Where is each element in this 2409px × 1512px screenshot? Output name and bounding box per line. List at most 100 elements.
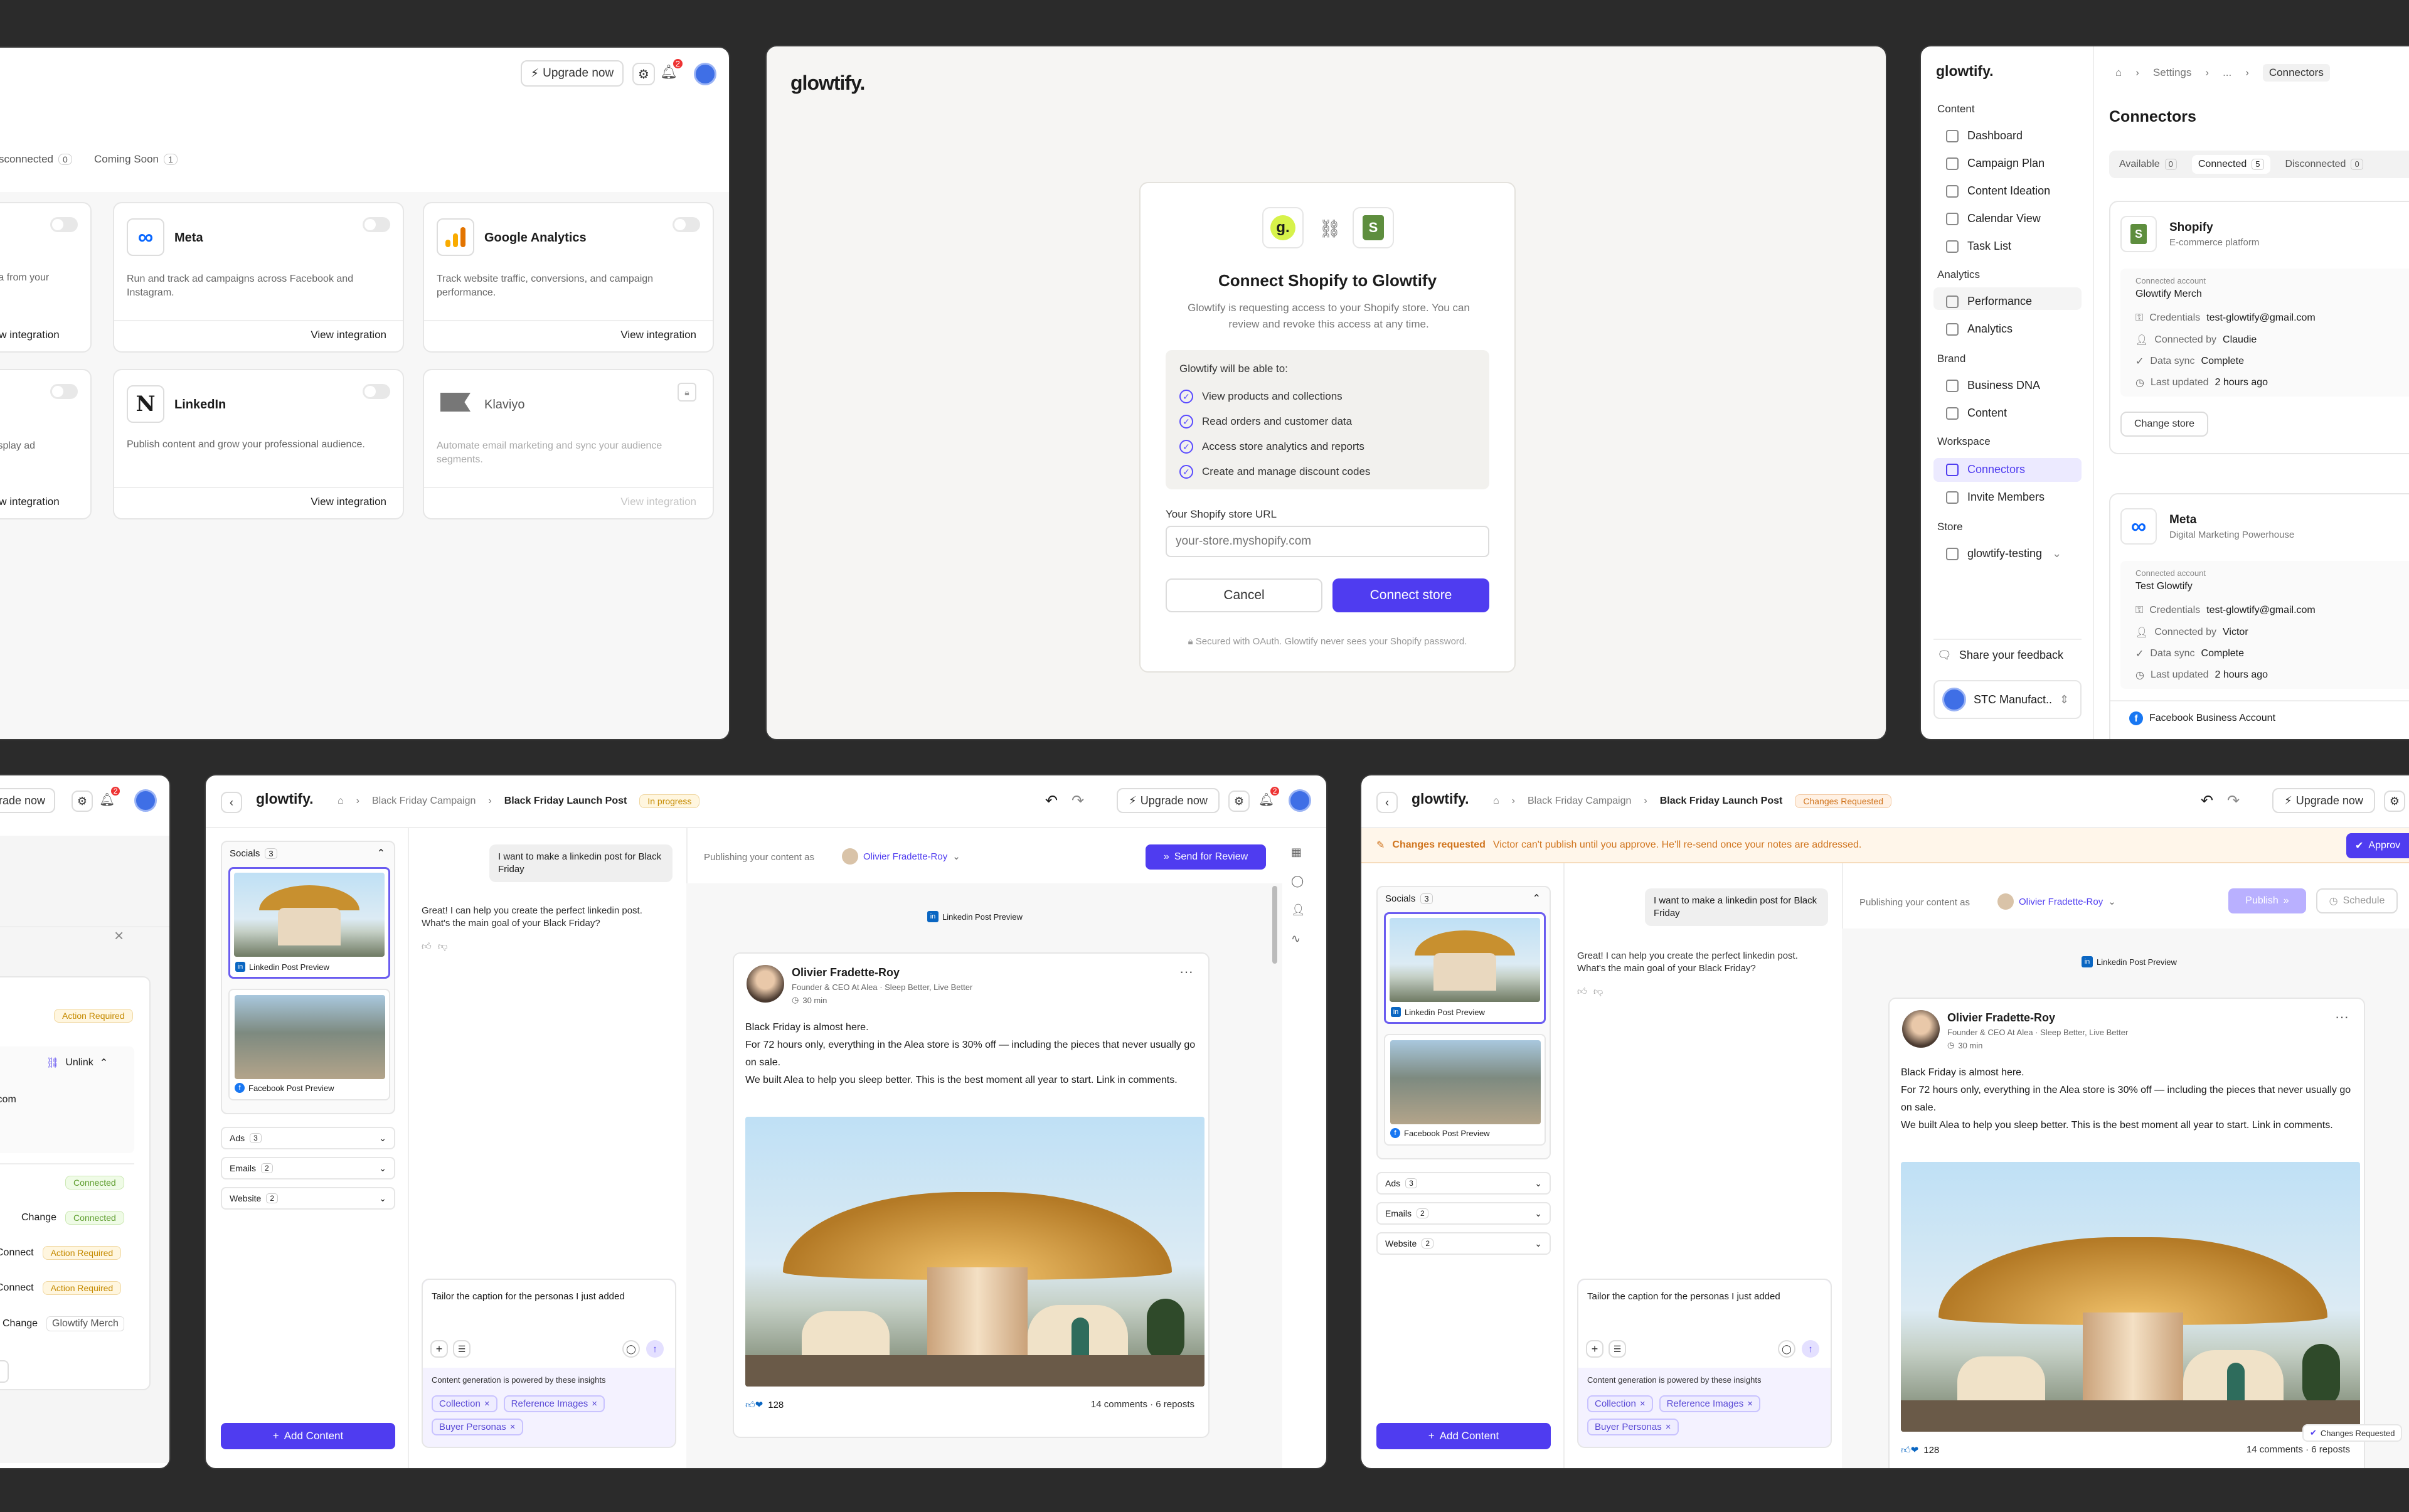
more-icon[interactable]: ··· <box>2335 1009 2349 1025</box>
more-icon[interactable]: ··· <box>1179 964 1193 980</box>
thumbnail-facebook[interactable]: f Facebook Post Preview <box>1384 1034 1546 1146</box>
thumbnail-linkedin[interactable]: in Linkedin Post Preview <box>1384 912 1546 1024</box>
redo-icon[interactable]: ↷ <box>1072 792 1084 810</box>
thumbs-up-icon[interactable]: 👍︎ <box>422 941 432 952</box>
thumbs-down-icon[interactable]: 👎︎ <box>438 941 447 952</box>
unlink-button[interactable]: ⛓ Unlink ⌃ <box>46 1057 108 1069</box>
sidebar-item-calendar-view[interactable]: Calendar View <box>1946 212 2041 225</box>
tab-disconnected[interactable]: Disconnected0 <box>0 153 72 166</box>
sidebar-item-content[interactable]: Content <box>1946 407 2007 420</box>
emails-group[interactable]: Emails 2 ⌄ <box>221 1157 395 1179</box>
chat-icon[interactable]: ◯ <box>622 1340 640 1358</box>
view-integration-link[interactable]: View integration <box>620 329 696 341</box>
prompt-input[interactable]: Tailor the caption for the personas I ju… <box>1587 1291 1780 1302</box>
website-group[interactable]: Website 2 ⌄ <box>1376 1232 1551 1255</box>
toggle[interactable] <box>363 384 390 399</box>
add-icon[interactable]: + <box>430 1340 448 1358</box>
website-group[interactable]: Website 2 ⌄ <box>221 1187 395 1210</box>
sidebar-item-content-ideation[interactable]: Content Ideation <box>1946 184 2050 198</box>
org-switcher[interactable]: STC Manufact.. ⇕ <box>1933 680 2082 719</box>
activity-icon[interactable]: ∿ <box>1291 932 1300 945</box>
sliders-icon[interactable]: ☰ <box>1609 1340 1626 1358</box>
sidebar-item-invite-members[interactable]: Invite Members <box>1946 491 2045 504</box>
home-icon[interactable]: ⌂ <box>338 796 344 807</box>
chevron-up-icon[interactable]: ⌃ <box>1533 892 1541 905</box>
back-button[interactable]: ‹ <box>221 792 242 813</box>
emails-group[interactable]: Emails 2 ⌄ <box>1376 1202 1551 1225</box>
undo-icon[interactable]: ↶ <box>1045 792 1058 810</box>
comment-icon[interactable]: ◯ <box>1291 875 1304 888</box>
toggle[interactable] <box>50 384 78 399</box>
insight-tag[interactable]: Buyer Personas × <box>432 1419 523 1435</box>
tab-coming-soon[interactable]: Coming Soon 1 <box>94 153 178 166</box>
send-icon[interactable]: ↑ <box>1802 1340 1819 1358</box>
close-icon[interactable]: × <box>510 1422 516 1432</box>
add-content-button[interactable]: + Add Content <box>221 1423 395 1449</box>
close-icon[interactable]: × <box>1666 1422 1671 1432</box>
ads-group[interactable]: Ads 3 ⌄ <box>221 1127 395 1149</box>
calendar-icon[interactable]: ▦ <box>1291 846 1302 859</box>
add-icon[interactable]: + <box>1586 1340 1603 1358</box>
undo-icon[interactable]: ↶ <box>2201 792 2213 810</box>
view-integration-link[interactable]: View integration <box>311 496 386 508</box>
approve-button[interactable]: ✔ Approv <box>2346 833 2409 858</box>
sidebar-item-task-list[interactable]: Task List <box>1946 240 2011 253</box>
home-icon[interactable]: ⌂ <box>1493 796 1499 807</box>
close-icon[interactable]: × <box>1640 1398 1646 1409</box>
scrollbar[interactable] <box>1272 886 1277 964</box>
sidebar-item-connectors[interactable]: Connectors <box>1946 463 2025 476</box>
toggle[interactable] <box>363 217 390 232</box>
send-icon[interactable]: ↑ <box>646 1340 664 1358</box>
thumbs-up-icon[interactable]: 👍︎ <box>1577 986 1587 998</box>
tab-disconnected[interactable]: Disconnected0 <box>2279 155 2369 174</box>
change-store-button[interactable]: Change store <box>2120 412 2208 437</box>
sidebar-item-analytics[interactable]: Analytics <box>1946 322 2013 336</box>
insight-tag[interactable]: Buyer Personas × <box>1587 1419 1679 1435</box>
view-integration-link[interactable]: View integration <box>311 329 386 341</box>
user-avatar[interactable] <box>1289 789 1311 812</box>
share-feedback-link[interactable]: 🗨︎ Share your feedback <box>1937 649 2063 662</box>
view-integration-link[interactable]: View integration <box>0 329 60 341</box>
ads-group[interactable]: Ads 3 ⌄ <box>1376 1172 1551 1195</box>
store-url-input[interactable] <box>1166 526 1489 557</box>
view-integration-link[interactable]: View integration <box>0 496 60 508</box>
notifications-button[interactable]: 🔔︎ 2 <box>99 787 120 807</box>
close-icon[interactable]: × <box>114 926 124 945</box>
sidebar-item-campaign-plan[interactable]: Campaign Plan <box>1946 157 2045 170</box>
connect-store-button[interactable]: Connect store <box>1332 578 1489 612</box>
group-header[interactable]: Socials 3 <box>230 848 277 859</box>
sidebar-item-dashboard[interactable]: Dashboard <box>1946 129 2023 142</box>
close-icon[interactable]: × <box>592 1398 597 1409</box>
insight-tag[interactable]: Reference Images × <box>1659 1395 1760 1412</box>
back-button[interactable]: ‹ <box>1376 792 1398 813</box>
schedule-button[interactable]: ◷ Schedule <box>2316 888 2398 913</box>
group-header[interactable]: Socials 3 <box>1385 893 1433 904</box>
toggle[interactable] <box>50 217 78 232</box>
thumbnail-linkedin[interactable]: in Linkedin Post Preview <box>228 867 390 979</box>
home-icon[interactable]: ⌂ <box>2115 67 2122 79</box>
thumbs-down-icon[interactable]: 👎︎ <box>1593 986 1603 998</box>
author-selector[interactable]: Olivier Fradette-Roy ⌄ <box>1997 893 2116 910</box>
upgrade-button[interactable]: ⚡ Upgrade now <box>1117 788 1220 813</box>
sliders-icon[interactable]: ☰ <box>453 1340 471 1358</box>
upgrade-button[interactable]: grade now <box>0 788 55 813</box>
redo-icon[interactable]: ↷ <box>2227 792 2240 810</box>
insight-tag[interactable]: Reference Images × <box>503 1395 605 1412</box>
settings-button[interactable]: ⚙ <box>632 63 655 85</box>
upgrade-button[interactable]: ⚡ Upgrade now <box>521 60 624 87</box>
send-for-review-button[interactable]: » Send for Review <box>1146 844 1266 870</box>
chat-icon[interactable]: ◯ <box>1778 1340 1795 1358</box>
toggle[interactable] <box>673 217 700 232</box>
tab-connected[interactable]: Connected 5 <box>2191 155 2270 174</box>
thumbnail-facebook[interactable]: f Facebook Post Preview <box>228 989 390 1100</box>
notifications-button[interactable]: 🔔︎ 2 <box>660 59 683 83</box>
prompt-input[interactable]: Tailor the caption for the personas I ju… <box>432 1291 625 1302</box>
upgrade-button[interactable]: ⚡ Upgrade now <box>2272 788 2375 813</box>
user-avatar[interactable] <box>134 789 157 812</box>
settings-button[interactable]: ⚙ <box>2384 791 2405 812</box>
settings-button[interactable]: ⚙ <box>1228 791 1250 812</box>
tab-available[interactable]: Available 0 <box>2113 155 2183 174</box>
settings-button[interactable]: ⚙ <box>72 791 93 812</box>
sidebar-item-performance[interactable]: Performance <box>1946 295 2032 308</box>
facebook-business-account[interactable]: f Facebook Business Account <box>2129 711 2275 725</box>
